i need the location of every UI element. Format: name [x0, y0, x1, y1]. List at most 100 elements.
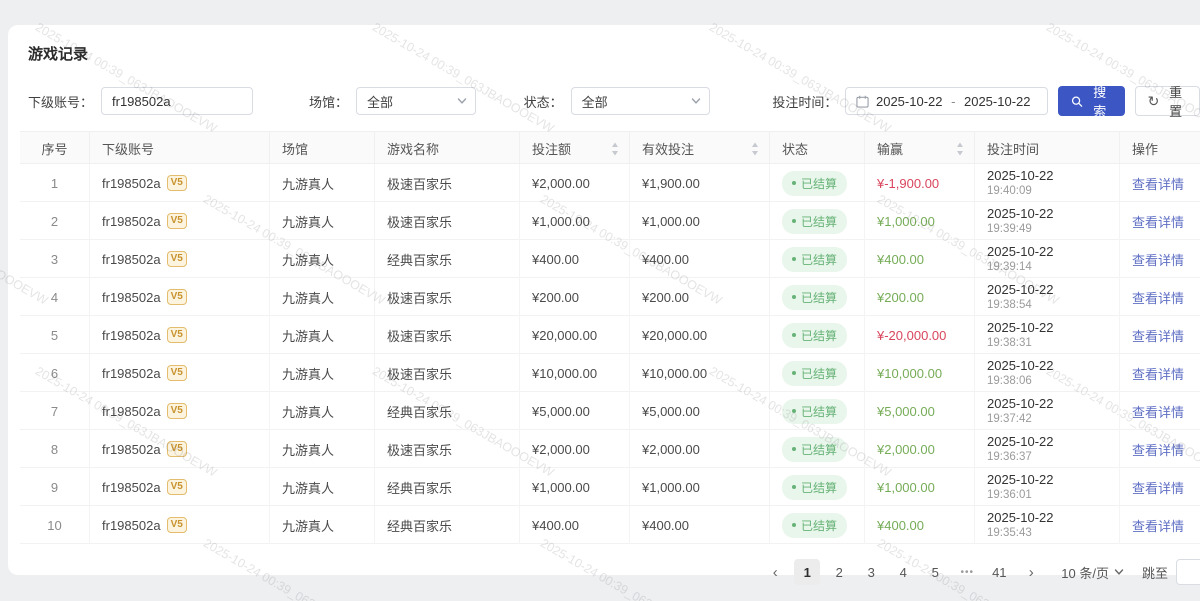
win-amount: ¥-20,000.00 [877, 328, 946, 343]
row-index: 9 [20, 468, 90, 506]
status-dot-icon [792, 333, 796, 337]
status-cell: 已结算 [770, 164, 865, 202]
column-header-label: 有效投注 [642, 139, 694, 158]
page-number[interactable]: 2 [826, 559, 852, 585]
sort-icon[interactable] [956, 142, 964, 156]
prev-page-button[interactable]: ‹ [762, 559, 788, 585]
status-cell: 已结算 [770, 506, 865, 544]
account-value: fr198502a [102, 252, 161, 267]
page-number[interactable]: ••• [954, 559, 980, 585]
view-details-link[interactable]: 查看详情 [1132, 174, 1184, 193]
venue-select[interactable]: 全部 [356, 87, 476, 115]
bet-amount-cell: ¥400.00 [520, 506, 630, 544]
game-name-cell: 极速百家乐 [375, 202, 520, 240]
win-loss-cell: ¥-20,000.00 [865, 316, 975, 354]
win-amount: ¥1,000.00 [877, 214, 935, 229]
column-header-label: 状态 [782, 139, 808, 158]
column-header-label: 游戏名称 [387, 139, 439, 158]
venue-cell: 九游真人 [270, 240, 375, 278]
account-input[interactable] [101, 87, 253, 115]
view-details-link[interactable]: 查看详情 [1132, 516, 1184, 535]
account-value: fr198502a [102, 214, 161, 229]
column-header: 投注额 [520, 132, 630, 165]
status-cell: 已结算 [770, 468, 865, 506]
refresh-icon: ↻ [1148, 94, 1160, 108]
bet-date: 2025-10-22 [987, 320, 1054, 336]
column-header-label: 序号 [41, 139, 67, 158]
valid-bet-cell: ¥400.00 [630, 240, 770, 278]
table-row: 2 fr198502a V5 九游真人 极速百家乐 ¥1,000.00 ¥1,0… [20, 202, 1200, 240]
column-header: 投注时间 [975, 132, 1120, 165]
row-index: 7 [20, 392, 90, 430]
sort-icon[interactable] [751, 142, 759, 156]
records-table: 序号 下级账号 场馆 游戏名称 投注额 有效投注 状态 [20, 131, 1200, 544]
bet-amount-cell: ¥5,000.00 [520, 392, 630, 430]
page-size-select[interactable]: 10 条/页 [1061, 563, 1124, 582]
account-cell: fr198502a V5 [90, 392, 270, 430]
win-loss-cell: ¥-1,900.00 [865, 164, 975, 202]
status-select-value: 全部 [582, 92, 608, 111]
venue-cell: 九游真人 [270, 468, 375, 506]
account-cell: fr198502a V5 [90, 354, 270, 392]
column-header: 下级账号 [90, 132, 270, 165]
bet-date: 2025-10-22 [987, 358, 1054, 374]
page-number[interactable]: 4 [890, 559, 916, 585]
page-number[interactable]: 5 [922, 559, 948, 585]
search-button[interactable]: 搜索 [1058, 86, 1125, 116]
view-details-link[interactable]: 查看详情 [1132, 478, 1184, 497]
next-page-button[interactable]: › [1018, 559, 1044, 585]
search-button-label: 搜索 [1088, 82, 1112, 120]
reset-button-label: 重置 [1164, 82, 1187, 120]
view-details-link[interactable]: 查看详情 [1132, 250, 1184, 269]
table-body: 1 fr198502a V5 九游真人 极速百家乐 ¥2,000.00 ¥1,9… [20, 164, 1200, 544]
vip-level-badge: V5 [167, 327, 187, 343]
game-name-cell: 极速百家乐 [375, 354, 520, 392]
account-cell: fr198502a V5 [90, 202, 270, 240]
calendar-icon [856, 95, 869, 108]
view-details-link[interactable]: 查看详情 [1132, 212, 1184, 231]
bet-time: 19:35:43 [987, 526, 1054, 540]
account-cell: fr198502a V5 [90, 316, 270, 354]
status-badge: 已结算 [782, 399, 847, 424]
view-details-link[interactable]: 查看详情 [1132, 288, 1184, 307]
status-dot-icon [792, 219, 796, 223]
status-dot-icon [792, 257, 796, 261]
row-index: 6 [20, 354, 90, 392]
row-index: 8 [20, 430, 90, 468]
game-name-cell: 极速百家乐 [375, 316, 520, 354]
column-header-label: 场馆 [282, 139, 308, 158]
bet-amount-cell: ¥400.00 [520, 240, 630, 278]
view-details-link[interactable]: 查看详情 [1132, 440, 1184, 459]
table-row: 5 fr198502a V5 九游真人 极速百家乐 ¥20,000.00 ¥20… [20, 316, 1200, 354]
win-loss-cell: ¥400.00 [865, 240, 975, 278]
action-cell: 查看详情 [1120, 430, 1200, 468]
reset-button[interactable]: ↻ 重置 [1135, 86, 1200, 116]
page-number[interactable]: 1 [794, 559, 820, 585]
account-value: fr198502a [102, 480, 161, 495]
bet-amount-cell: ¥10,000.00 [520, 354, 630, 392]
status-badge: 已结算 [782, 171, 847, 196]
venue-cell: 九游真人 [270, 278, 375, 316]
date-range-picker[interactable]: 2025-10-22 - 2025-10-22 [845, 87, 1048, 115]
sort-icon[interactable] [611, 142, 619, 156]
action-cell: 查看详情 [1120, 392, 1200, 430]
valid-bet-cell: ¥400.00 [630, 506, 770, 544]
view-details-link[interactable]: 查看详情 [1132, 364, 1184, 383]
page-number[interactable]: 3 [858, 559, 884, 585]
bet-time-cell: 2025-10-22 19:37:42 [975, 392, 1120, 430]
account-cell: fr198502a V5 [90, 278, 270, 316]
bet-date: 2025-10-22 [987, 168, 1054, 184]
page-list: 1 2 3 4 5 ••• 41 [791, 559, 1015, 585]
action-cell: 查看详情 [1120, 506, 1200, 544]
jump-input[interactable] [1176, 559, 1200, 585]
row-index: 1 [20, 164, 90, 202]
status-cell: 已结算 [770, 240, 865, 278]
view-details-link[interactable]: 查看详情 [1132, 326, 1184, 345]
venue-cell: 九游真人 [270, 430, 375, 468]
page-number[interactable]: 41 [986, 559, 1012, 585]
column-header-label: 输赢 [877, 139, 903, 158]
column-header-label: 下级账号 [102, 139, 154, 158]
status-select[interactable]: 全部 [571, 87, 711, 115]
view-details-link[interactable]: 查看详情 [1132, 402, 1184, 421]
account-value: fr198502a [102, 328, 161, 343]
